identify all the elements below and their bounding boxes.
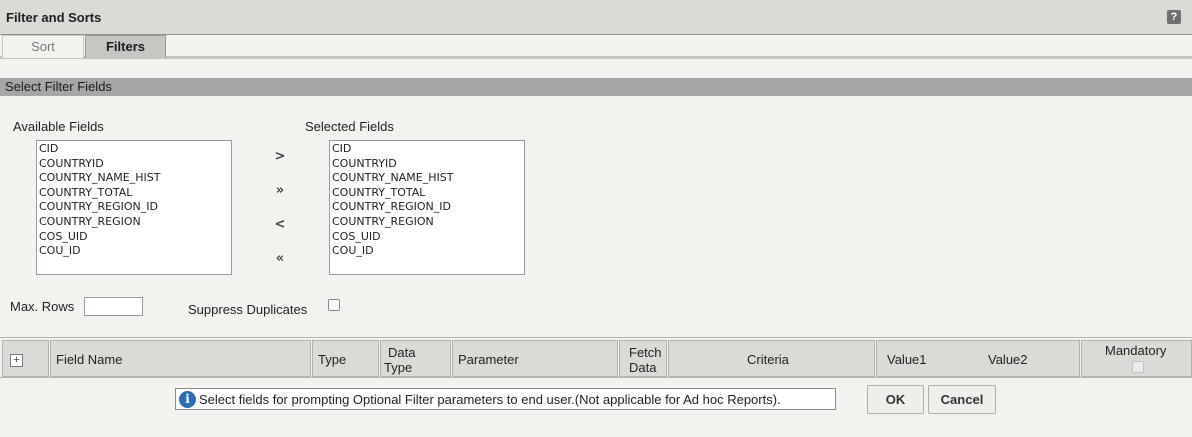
selected-fields-label: Selected Fields (305, 119, 394, 134)
title-bar: Filter and Sorts ? (0, 0, 1192, 35)
tab-bar: Sort Filters (0, 35, 1192, 59)
list-item[interactable]: COUNTRY_REGION_ID (332, 200, 524, 215)
mandatory-header-checkbox (1132, 361, 1144, 373)
info-icon: i (179, 391, 196, 408)
available-fields-list[interactable]: CID COUNTRYID COUNTRY_NAME_HIST COUNTRY_… (36, 140, 232, 275)
info-message: i Select fields for prompting Optional F… (175, 388, 836, 410)
tab-sort[interactable]: Sort (2, 35, 84, 58)
available-fields-label: Available Fields (13, 119, 104, 134)
grid-col-type: Type (312, 340, 379, 377)
list-item[interactable]: COUNTRY_NAME_HIST (39, 171, 231, 186)
list-item[interactable]: COUNTRYID (332, 157, 524, 172)
list-item[interactable]: COUNTRYID (39, 157, 231, 172)
remove-field-button[interactable]: < (270, 215, 290, 235)
grid-col-field-name: Field Name (50, 340, 311, 377)
list-item[interactable]: COUNTRY_REGION (332, 215, 524, 230)
section-header: Select Filter Fields (0, 78, 1192, 96)
window-title: Filter and Sorts (6, 10, 102, 25)
list-item[interactable]: COUNTRY_TOTAL (332, 186, 524, 201)
grid-col-data-type: Data Type (380, 340, 451, 377)
list-item[interactable]: CID (39, 142, 231, 157)
info-text: Select fields for prompting Optional Fil… (199, 392, 781, 407)
grid-col-parameter: Parameter (452, 340, 618, 377)
selected-fields-list[interactable]: CID COUNTRYID COUNTRY_NAME_HIST COUNTRY_… (329, 140, 525, 275)
grid-col-criteria: Criteria (668, 340, 875, 377)
col-label-value1: Value1 (887, 352, 927, 367)
add-field-button[interactable]: > (270, 147, 290, 167)
max-rows-input[interactable] (84, 297, 143, 316)
col-label-data-type-line2: Type (384, 360, 413, 375)
filter-grid-header: + Field Name Type Data Type Parameter Fe… (0, 337, 1192, 378)
expand-icon[interactable]: + (10, 354, 23, 367)
suppress-duplicates-checkbox[interactable] (328, 299, 340, 311)
col-label-fetch-line2: Data (629, 360, 657, 375)
list-item[interactable]: COUNTRY_TOTAL (39, 186, 231, 201)
add-all-fields-button[interactable]: » (270, 181, 290, 201)
col-label-mandatory: Mandatory (1105, 343, 1167, 358)
grid-col-fetch-data: Fetch Data (619, 340, 667, 377)
suppress-duplicates-label: Suppress Duplicates (188, 302, 308, 317)
list-item[interactable]: CID (332, 142, 524, 157)
list-item[interactable]: COU_ID (39, 244, 231, 259)
col-label-fetch-line1: Fetch (629, 345, 662, 360)
max-rows-label: Max. Rows (10, 299, 75, 314)
help-icon[interactable]: ? (1167, 10, 1181, 24)
list-item[interactable]: COS_UID (332, 230, 524, 245)
col-label-value2: Value2 (988, 352, 1028, 367)
col-label-parameter: Parameter (458, 352, 519, 367)
col-label-field-name: Field Name (56, 352, 123, 367)
list-item[interactable]: COUNTRY_REGION_ID (39, 200, 231, 215)
list-item[interactable]: COUNTRY_REGION (39, 215, 231, 230)
list-item[interactable]: COU_ID (332, 244, 524, 259)
cancel-button[interactable]: Cancel (928, 385, 996, 414)
remove-all-fields-button[interactable]: « (270, 249, 290, 269)
col-label-data-type-line1: Data (388, 345, 416, 360)
col-label-type: Type (318, 352, 347, 367)
list-item[interactable]: COS_UID (39, 230, 231, 245)
ok-button[interactable]: OK (867, 385, 924, 414)
grid-col-values: Value1 Value2 (876, 340, 1080, 377)
tab-filters[interactable]: Filters (85, 35, 166, 58)
col-label-criteria: Criteria (747, 352, 789, 367)
grid-col-expand: + (2, 340, 49, 377)
list-item[interactable]: COUNTRY_NAME_HIST (332, 171, 524, 186)
grid-col-mandatory: Mandatory (1081, 340, 1192, 377)
